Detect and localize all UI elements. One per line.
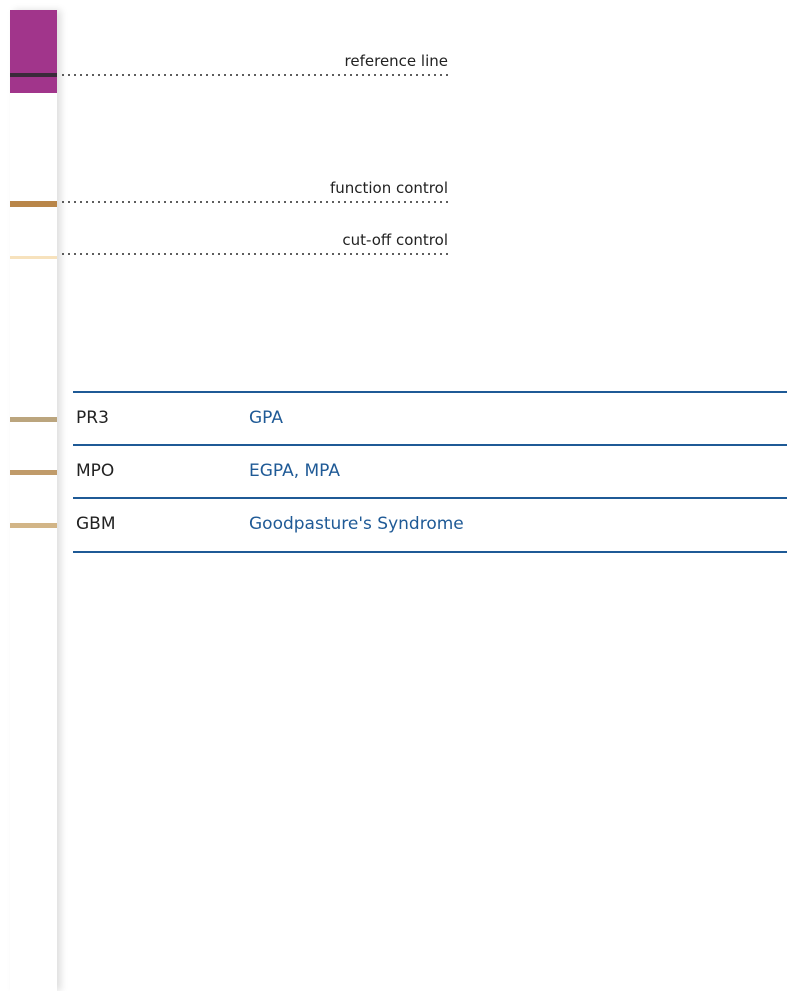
gbm-band <box>10 523 57 528</box>
reference-line-label: reference line <box>344 52 448 70</box>
reference-dotted-line <box>60 74 450 76</box>
mpo-band <box>10 470 57 475</box>
table-divider <box>73 497 787 499</box>
table-divider <box>73 391 787 393</box>
function-control-dotted-line <box>60 201 450 203</box>
row-antigen-gbm: GBM <box>76 514 116 534</box>
test-strip <box>10 10 57 991</box>
pr3-band <box>10 417 57 422</box>
row-disease-gbm: Goodpasture's Syndrome <box>249 514 464 534</box>
row-antigen-mpo: MPO <box>76 461 115 481</box>
cutoff-control-band <box>10 256 57 259</box>
strip-head <box>10 10 57 93</box>
function-control-label: function control <box>329 179 448 197</box>
row-disease-pr3: GPA <box>249 408 283 428</box>
function-control-band <box>10 201 57 207</box>
row-antigen-pr3: PR3 <box>76 408 109 428</box>
table-divider <box>73 551 787 553</box>
cutoff-control-dotted-line <box>60 253 450 255</box>
row-disease-mpo: EGPA, MPA <box>249 461 340 481</box>
cutoff-control-label: cut-off control <box>342 231 448 249</box>
table-divider <box>73 444 787 446</box>
reference-band <box>10 73 57 77</box>
